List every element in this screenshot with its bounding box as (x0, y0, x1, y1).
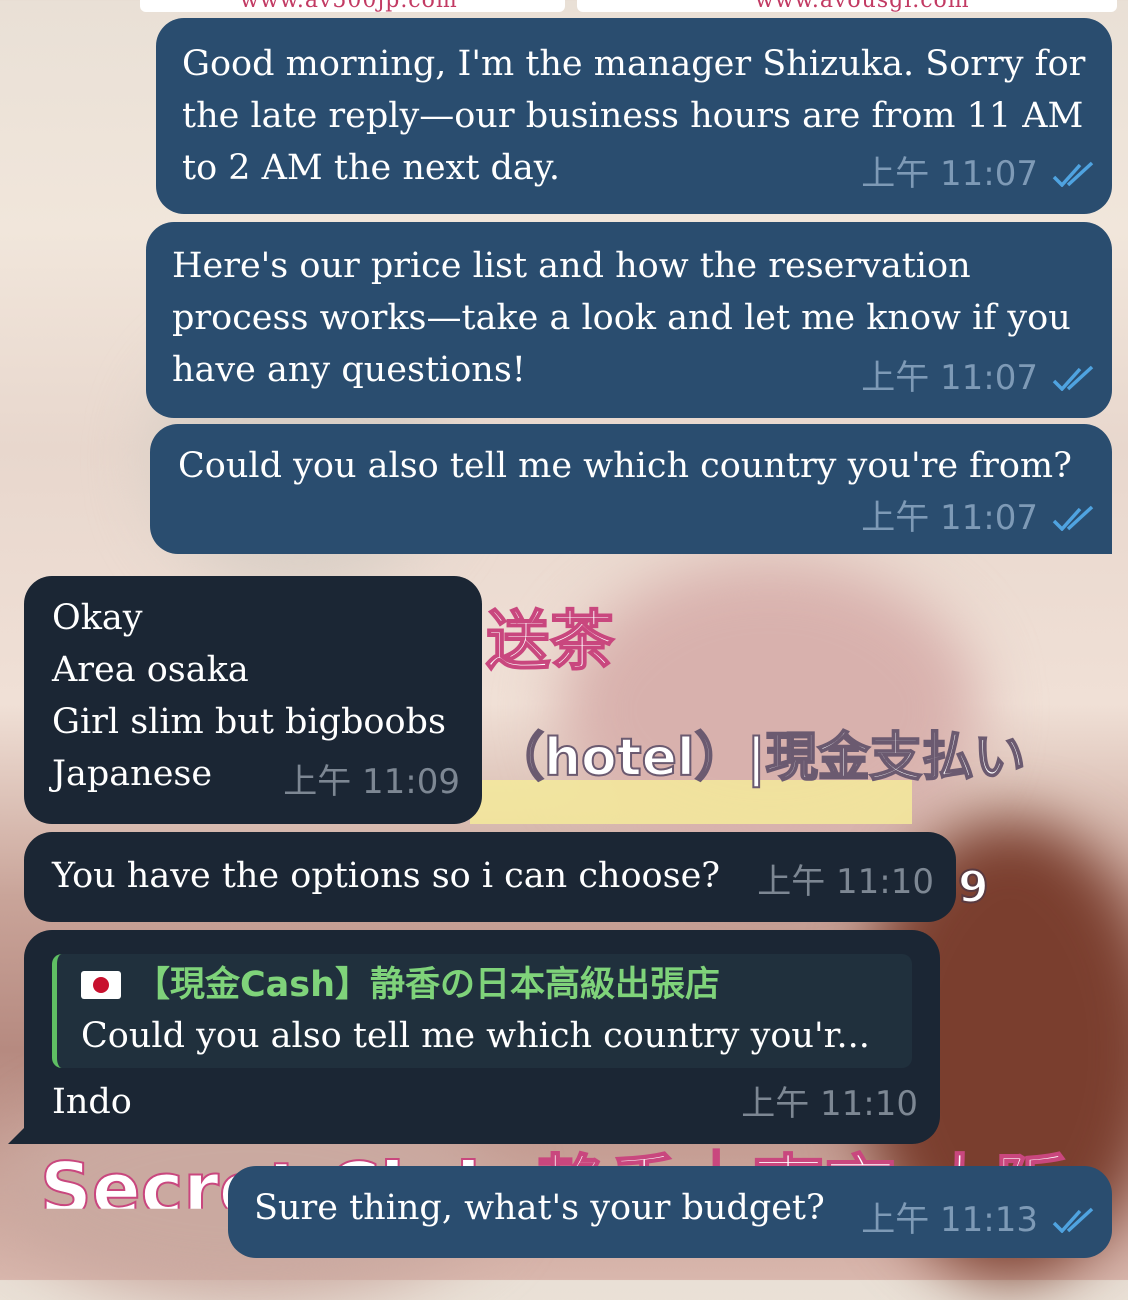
message-meta: 上午 11:13 (861, 1194, 1098, 1246)
message-outgoing[interactable]: Here's our price list and how the reserv… (146, 222, 1112, 418)
message-line: Girl slim but bigboobs (52, 702, 446, 742)
overlay-digit: 9 (957, 861, 990, 914)
overlay-tea-text: 送茶 (485, 604, 615, 680)
message-line: Area osaka (52, 650, 249, 690)
reply-sender: 【現金Cash】静香の日本高級出張店 (135, 965, 721, 1005)
message-meta: 上午 11:07 (861, 492, 1098, 544)
message-meta: 上午 11:09 (283, 756, 460, 808)
message-incoming[interactable]: Okay Area osaka Girl slim but bigboobs J… (24, 576, 482, 824)
message-meta: 上午 11:07 (861, 352, 1098, 404)
message-text: Could you also tell me which country you… (178, 446, 1072, 486)
message-meta: 上午 11:10 (741, 1078, 918, 1130)
watermark-left: www.av500jp.com (240, 0, 458, 13)
message-time: 上午 11:07 (861, 498, 1038, 538)
message-time: 上午 11:07 (861, 358, 1038, 398)
reply-excerpt: Could you also tell me which country you… (81, 1016, 870, 1056)
message-meta: 上午 11:10 (757, 856, 934, 908)
overlay-hotel-text: （hotel）|現金支払い (491, 727, 1027, 789)
message-time: 上午 11:07 (861, 154, 1038, 194)
watermark-right: www.avousgi.com (755, 0, 970, 13)
message-incoming-reply[interactable]: 【現金Cash】静香の日本高級出張店 Could you also tell m… (24, 930, 940, 1144)
message-outgoing[interactable]: Good morning, I'm the manager Shizuka. S… (156, 18, 1112, 214)
message-time: 上午 11:10 (741, 1084, 918, 1124)
double-check-icon (1052, 365, 1094, 391)
message-outgoing[interactable]: Could you also tell me which country you… (150, 424, 1112, 554)
message-time: 上午 11:13 (861, 1200, 1038, 1240)
message-time: 上午 11:09 (283, 762, 460, 802)
double-check-icon (1052, 161, 1094, 187)
bubble-tail (8, 1124, 28, 1144)
japan-flag-icon (81, 971, 121, 999)
message-outgoing[interactable]: Sure thing, what's your budget? 上午 11:13 (228, 1166, 1112, 1258)
message-meta: 上午 11:07 (861, 148, 1098, 200)
message-line: Okay (52, 598, 143, 638)
double-check-icon (1052, 1207, 1094, 1233)
message-time: 上午 11:10 (757, 862, 934, 902)
reply-quote[interactable]: 【現金Cash】静香の日本高級出張店 Could you also tell m… (52, 954, 912, 1068)
double-check-icon (1052, 505, 1094, 531)
message-incoming[interactable]: You have the options so i can choose? 上午… (24, 832, 956, 922)
